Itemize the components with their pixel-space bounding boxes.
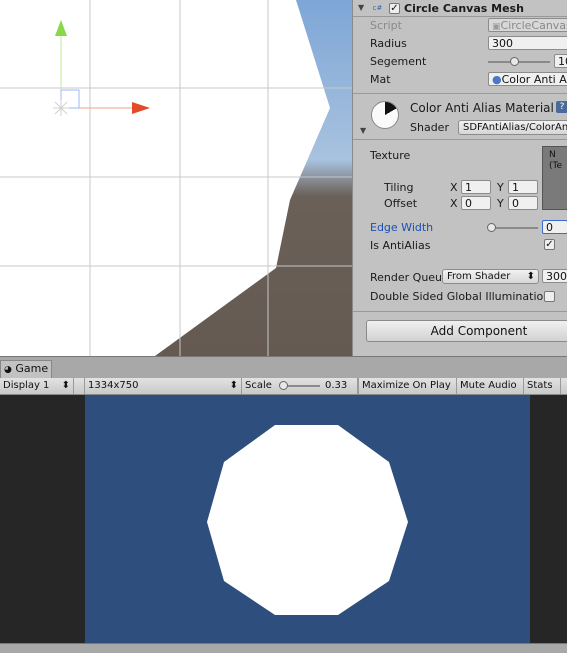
add-component-button[interactable]: Add Component (366, 320, 567, 342)
offset-x-label: X (450, 197, 458, 210)
mat-label: Mat (370, 73, 391, 86)
material-sphere-icon: ● (492, 73, 502, 86)
gizmo-center (53, 100, 69, 116)
game-tab-bar (0, 356, 567, 378)
segement-field[interactable]: 10 (554, 54, 567, 68)
component-enabled-checkbox[interactable]: ✓ (389, 3, 400, 14)
resolution-dropdown[interactable]: 1334x750 ⬍ (84, 378, 242, 394)
texture-label: Texture (370, 149, 411, 162)
inspector-panel: ▼ c# ✓ Circle Canvas Mesh Script ▣Circle… (352, 0, 567, 356)
offset-label: Offset (384, 197, 418, 210)
render-queue-mode: From Shader (447, 271, 511, 282)
double-sided-gi-label: Double Sided Global Illumination (370, 290, 551, 303)
scale-value: 0.33 (325, 380, 348, 391)
game-toolbar: Display 1 ⬍ 1334x750 ⬍ Scale 0.33 Maximi… (0, 378, 567, 395)
tab-game[interactable]: ◕ Game (0, 360, 52, 378)
render-queue-label: Render Queue (370, 271, 449, 284)
foldout-arrow-icon[interactable]: ▼ (360, 126, 366, 135)
offset-y-field[interactable]: 0 (508, 196, 538, 210)
scale-slider-knob[interactable] (279, 381, 288, 390)
bottom-tab-bar (0, 643, 567, 653)
material-name: Color Anti Alias Material (410, 101, 554, 115)
radius-field[interactable]: 300 (488, 36, 567, 50)
help-icon[interactable]: ? (556, 101, 567, 113)
shader-label: Shader (410, 121, 449, 134)
game-canvas[interactable] (85, 395, 530, 643)
game-icon: ◕ (4, 365, 12, 375)
scale-label: Scale (245, 380, 272, 391)
mute-audio-toggle[interactable]: Mute Audio (457, 378, 524, 394)
dropdown-arrow-icon: ⬍ (61, 380, 70, 391)
double-sided-gi-checkbox[interactable] (544, 291, 555, 302)
offset-y-label: Y (497, 197, 504, 210)
dropdown-arrow-icon: ⬍ (526, 271, 535, 282)
edge-width-slider-knob[interactable] (487, 223, 496, 232)
script-value: CircleCanvasMesh (500, 19, 567, 32)
material-preview-icon (371, 101, 399, 129)
mat-value: Color Anti Alias Material (501, 73, 567, 86)
tiling-x-field[interactable]: 1 (461, 180, 491, 194)
radius-label: Radius (370, 37, 407, 50)
is-antialias-label: Is AntiAlias (370, 239, 431, 252)
divider (353, 139, 567, 140)
edge-width-field[interactable]: 0 (542, 220, 567, 234)
decagon-mesh (207, 425, 408, 615)
display-dropdown[interactable]: Display 1 ⬍ (0, 378, 74, 394)
tiling-y-field[interactable]: 1 (508, 180, 538, 194)
tab-game-label: Game (15, 362, 49, 375)
segement-label: Segement (370, 55, 427, 68)
offset-x-field[interactable]: 0 (461, 196, 491, 210)
stats-toggle[interactable]: Stats (524, 378, 561, 394)
divider (353, 93, 567, 94)
render-queue-field[interactable]: 3000 (542, 269, 567, 283)
divider (353, 16, 567, 17)
tiling-label: Tiling (384, 181, 414, 194)
tiling-y-label: Y (497, 181, 504, 194)
mat-field[interactable]: ●Color Anti Alias Material (488, 72, 567, 86)
foldout-arrow-icon[interactable]: ▼ (358, 3, 364, 12)
render-queue-dropdown[interactable]: From Shader ⬍ (442, 269, 539, 284)
edge-width-label: Edge Width (370, 221, 434, 234)
tiling-x-label: X (450, 181, 458, 194)
resolution-label: 1334x750 (88, 380, 139, 391)
scale-control: Scale 0.33 (242, 378, 358, 394)
script-label: Script (370, 19, 402, 32)
edge-width-slider-track[interactable] (490, 227, 538, 229)
dropdown-arrow-icon: ⬍ (229, 380, 238, 391)
script-icon: c# (372, 4, 383, 12)
scene-view[interactable] (0, 0, 352, 356)
is-antialias-checkbox[interactable]: ✓ (544, 239, 555, 250)
display-label: Display 1 (3, 380, 50, 391)
maximize-on-play-toggle[interactable]: Maximize On Play (358, 378, 457, 394)
shader-dropdown[interactable]: SDFAntiAlias/ColorAntiAlias (458, 120, 567, 135)
texture-slot[interactable]: N (Te (542, 146, 567, 210)
script-field[interactable]: ▣CircleCanvasMesh (488, 18, 567, 32)
component-title: Circle Canvas Mesh (404, 2, 524, 15)
segement-slider-track[interactable] (488, 61, 550, 63)
divider (353, 311, 567, 312)
segement-slider-knob[interactable] (510, 57, 519, 66)
